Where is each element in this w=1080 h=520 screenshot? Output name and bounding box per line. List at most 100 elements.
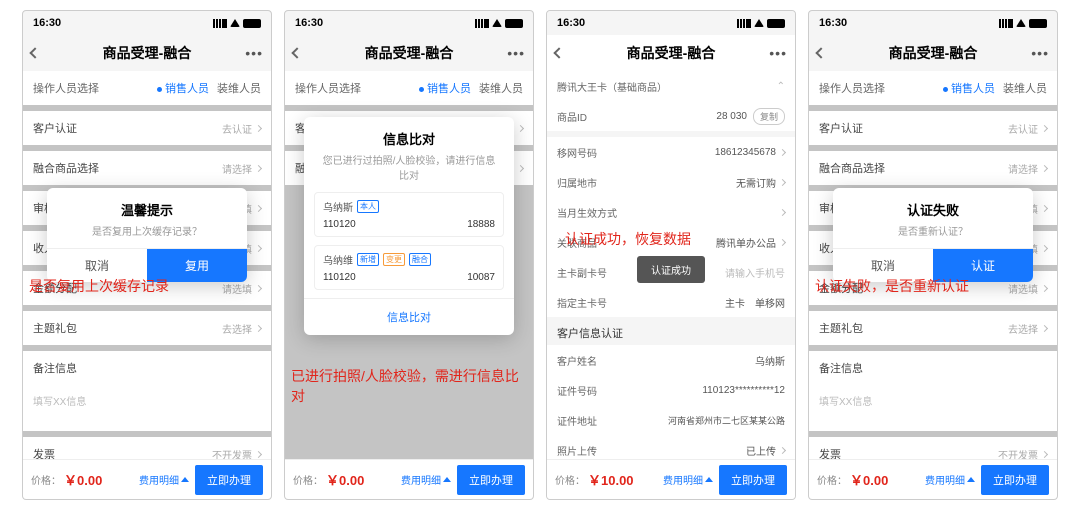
page-title: 商品受理-融合 [365,43,454,63]
chevron-right-icon [1041,244,1048,251]
modal-title: 温馨提示 [47,188,247,223]
submit-button[interactable]: 立即办理 [719,465,787,495]
tag-fuse: 融合 [409,253,431,266]
back-button[interactable] [817,35,825,71]
battery-icon [767,19,785,28]
chevron-right-icon [255,324,262,331]
operator-label: 操作人员选择 [33,80,149,96]
row-photo-upload[interactable]: 照片上传已上传 [547,435,795,459]
page-title: 商品受理-融合 [889,43,978,63]
annotation-text: 已进行拍照/人脸校验，需进行信息比对 [291,366,521,406]
phone-screen-1: 16:30 商品受理-融合 ••• 操作人员选择 销售人员 装维人员 客户认证去… [22,10,272,500]
modal-title: 认证失败 [833,188,1033,223]
tab-sales[interactable]: 销售人员 [419,80,471,96]
price-label: 价格： [293,472,323,487]
submit-button[interactable]: 立即办理 [981,465,1049,495]
status-bar: 16:30 [809,11,1057,35]
footer-bar: 价格： ￥0.00 费用明细 立即办理 [23,459,271,499]
back-button[interactable] [555,35,563,71]
radio-dot-icon [943,87,948,92]
chevron-left-icon [815,47,826,58]
row-note: 备注信息 [23,351,271,385]
wifi-icon [492,19,502,27]
triangle-up-icon [181,477,189,482]
nav-bar: 商品受理-融合 ••• [285,35,533,71]
tab-sales[interactable]: 销售人员 [943,80,995,96]
battery-icon [243,19,261,28]
operator-label: 操作人员选择 [819,80,935,96]
chevron-right-icon [779,178,786,185]
fee-detail-link[interactable]: 费用明细 [139,472,189,487]
chevron-right-icon [255,244,262,251]
row-cust-auth[interactable]: 客户认证去认证 [809,111,1057,145]
chevron-right-icon [255,284,262,291]
card-name: 乌纳维 [323,252,353,267]
annotation-text: 是否复用上次缓存记录 [29,276,169,296]
tab-install[interactable]: 装维人员 [479,80,523,96]
price-label: 价格： [817,472,847,487]
chevron-right-icon [1041,450,1048,457]
row-product[interactable]: 融合商品选择请选择 [809,151,1057,185]
phone-screen-3: 16:30 商品受理-融合 ••• 腾讯大王卡（基础商品）⌃ 商品ID28 03… [546,10,796,500]
submit-button[interactable]: 立即办理 [195,465,263,495]
chevron-right-icon [255,204,262,211]
price-value: ￥0.00 [850,470,888,489]
row-gift[interactable]: 主题礼包去选择 [809,311,1057,345]
row-ship[interactable]: 发票不开发票 [23,437,271,459]
row-product-id: 商品ID28 030复制 [547,101,795,131]
annotation-text: 认证失败，是否重新认证 [815,276,969,296]
fee-detail-link[interactable]: 费用明细 [401,472,451,487]
status-icons [475,19,523,28]
row-main-card[interactable]: 指定主卡号主卡单移网 [547,287,795,317]
signal-icon [737,19,751,28]
price-value: ￥10.00 [588,470,634,489]
footer-bar: 价格： ￥0.00 费用明细 立即办理 [809,459,1057,499]
modal-subtitle: 是否重新认证？ [833,223,1033,248]
back-button[interactable] [293,35,301,71]
more-button[interactable]: ••• [1031,35,1049,71]
row-ship[interactable]: 发票不开发票 [809,437,1057,459]
status-time: 16:30 [295,17,323,29]
compare-card-2[interactable]: 乌纳维新增变更融合 11012010087 [314,245,504,290]
fee-detail-link[interactable]: 费用明细 [925,472,975,487]
product-header: 腾讯大王卡（基础商品）⌃ [547,71,795,101]
more-button[interactable]: ••• [245,35,263,71]
tab-install[interactable]: 装维人员 [1003,80,1047,96]
compare-link[interactable]: 信息比对 [304,298,514,335]
more-button[interactable]: ••• [769,35,787,71]
chevron-right-icon [255,164,262,171]
row-gift[interactable]: 主题礼包去选择 [23,311,271,345]
price-label: 价格： [31,472,61,487]
row-cert-addr: 证件地址河南省郑州市二七区某某公路 [547,405,795,435]
tab-install[interactable]: 装维人员 [217,80,261,96]
footer-bar: 价格： ￥10.00 费用明细 立即办理 [547,459,795,499]
more-button[interactable]: ••• [507,35,525,71]
tab-sales[interactable]: 销售人员 [157,80,209,96]
chevron-left-icon [291,47,302,58]
status-time: 16:30 [557,17,585,29]
modal-info-compare: 信息比对 您已进行过拍照/人脸校验，请进行信息比对 乌纳斯本人 11012018… [304,117,514,335]
chevron-right-icon [517,164,524,171]
note-textarea[interactable]: 填写XX信息 [23,385,271,431]
row-region[interactable]: 归属地市无需订购 [547,167,795,197]
operator-label: 操作人员选择 [295,80,411,96]
collapse-icon[interactable]: ⌃ [777,81,785,92]
note-textarea[interactable]: 填写XX信息 [809,385,1057,431]
status-time: 16:30 [33,17,61,29]
row-product[interactable]: 融合商品选择请选择 [23,151,271,185]
back-button[interactable] [31,35,39,71]
fee-detail-link[interactable]: 费用明细 [663,472,713,487]
row-cust-auth[interactable]: 客户认证去认证 [23,111,271,145]
chevron-right-icon [517,124,524,131]
compare-card-1[interactable]: 乌纳斯本人 11012018888 [314,192,504,237]
copy-button[interactable]: 复制 [753,108,785,125]
row-effect-mode[interactable]: 当月生效方式 [547,197,795,227]
triangle-up-icon [967,477,975,482]
row-mobile-number[interactable]: 移网号码18612345678 [547,137,795,167]
radio-dot-icon [157,87,162,92]
wifi-icon [1016,19,1026,27]
chevron-right-icon [779,238,786,245]
submit-button[interactable]: 立即办理 [457,465,525,495]
chevron-left-icon [553,47,564,58]
chevron-left-icon [29,47,40,58]
